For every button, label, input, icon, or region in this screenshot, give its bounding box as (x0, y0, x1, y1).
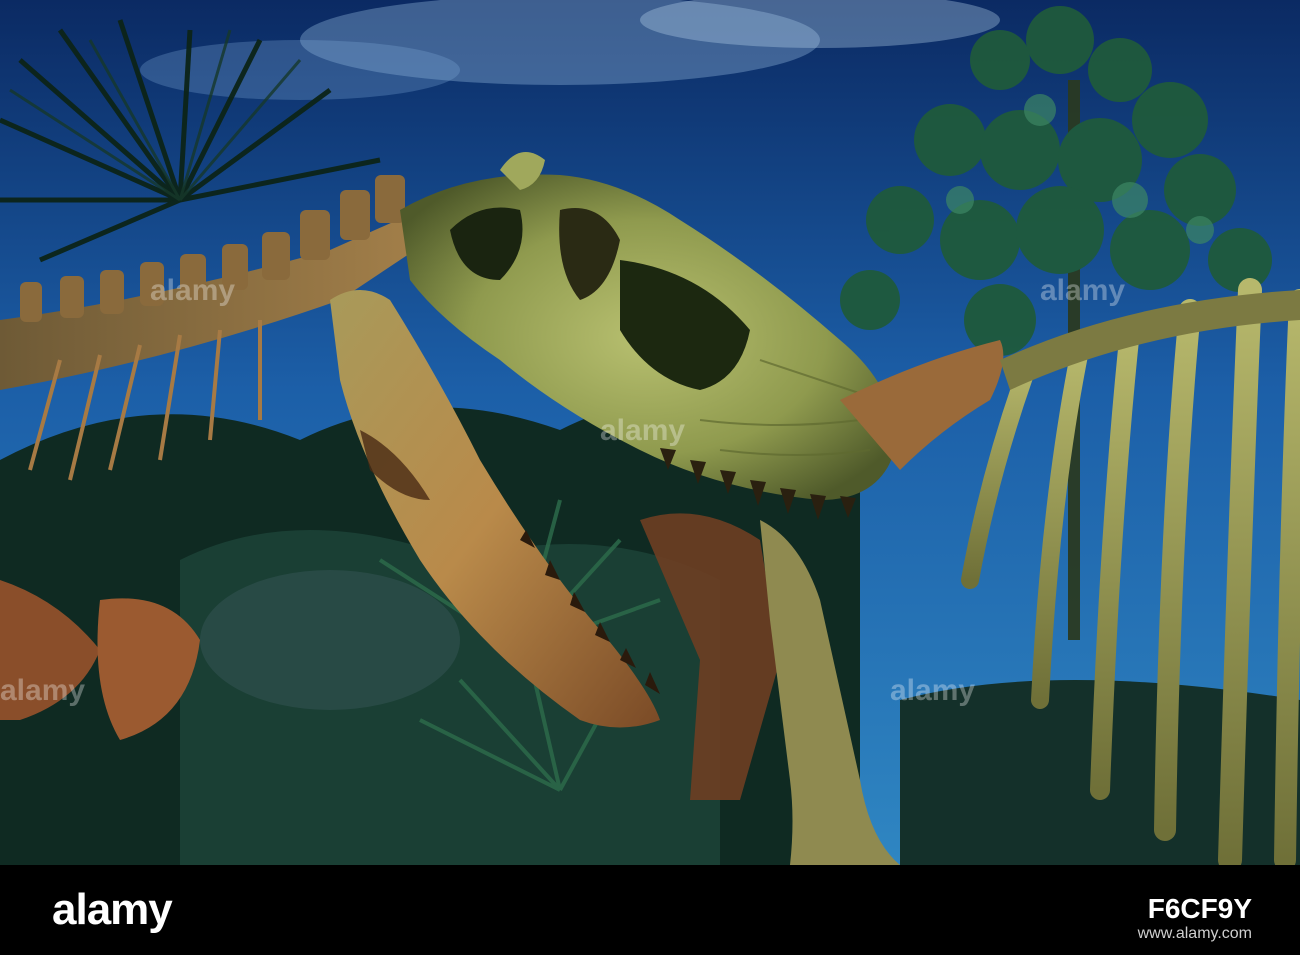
stock-photo-frame: alamy alamy alamy alamy alamy alamy F6CF… (0, 0, 1300, 955)
image-id: F6CF9Y (1147, 893, 1252, 924)
brand-logo: alamy (52, 885, 173, 934)
dinosaur-skeleton-photo: alamy alamy alamy alamy alamy (0, 0, 1300, 865)
watermark-text: alamy (600, 414, 685, 447)
site-url: www.alamy.com (1137, 925, 1252, 942)
watermark-text: alamy (890, 674, 975, 707)
watermark-text: alamy (1040, 274, 1125, 307)
watermark-text: alamy (0, 674, 85, 707)
watermark-text: alamy (150, 274, 235, 307)
stock-footer-bar: alamy F6CF9Y www.alamy.com (0, 865, 1300, 955)
